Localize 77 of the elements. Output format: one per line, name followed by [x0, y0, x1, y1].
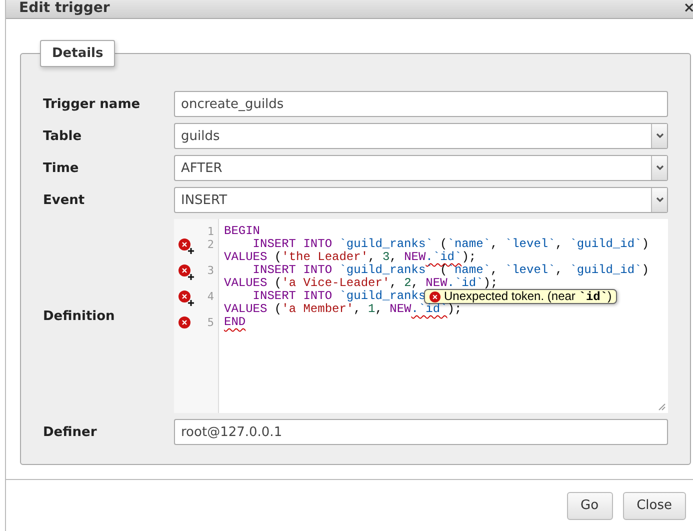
code-token: INTO: [302, 263, 332, 278]
field-label: Event: [43, 192, 86, 208]
code-token: ): [642, 237, 649, 252]
code-token: );: [447, 302, 462, 316]
code-editor[interactable]: [174, 219, 668, 414]
code-token: (: [439, 263, 448, 278]
code-token: (: [273, 276, 282, 290]
code-token: `guild_ranks`: [339, 237, 433, 252]
code-token: ): [642, 263, 649, 278]
line-number: 4: [206, 290, 214, 304]
code-token: 3: [382, 250, 390, 264]
go-button[interactable]: Go: [566, 492, 613, 520]
code-token: 'a Vice-Leader': [282, 276, 390, 290]
code-token: `name`: [447, 237, 490, 252]
code-token: ,: [368, 250, 376, 264]
line-number: 2: [206, 238, 214, 252]
code-token: ,: [390, 276, 397, 290]
code-token: `guild_ranks: [339, 289, 426, 304]
code-token: 'the Leader': [282, 250, 368, 264]
field-label: Definer: [43, 424, 98, 440]
dropdown[interactable]: INSERT: [174, 187, 668, 214]
code-token: (: [273, 250, 282, 264]
code-token: 1: [368, 302, 376, 316]
code-token: `name`: [447, 263, 490, 278]
close-icon[interactable]: ×: [683, 0, 693, 16]
code-token: INSERT: [252, 237, 296, 252]
text-field[interactable]: oncreate_guilds: [174, 91, 668, 118]
field-label: Definition: [43, 308, 116, 324]
code-token: ,: [555, 237, 564, 252]
text-field[interactable]: root@127.0.0.1: [174, 419, 668, 446]
field-label: Time: [43, 160, 80, 176]
details-legend: Details: [40, 40, 116, 68]
code-token: NEW: [390, 302, 412, 316]
code-token: INTO: [302, 289, 332, 304]
dialog-title: Edit trigger: [19, 0, 110, 16]
code-token: VALUES: [224, 250, 268, 264]
code-token: `level`: [504, 263, 556, 278]
dropdown[interactable]: AFTER: [174, 155, 668, 182]
error-code-token: END: [224, 315, 246, 330]
code-token: `guild_id`: [570, 263, 642, 278]
code-token: `level`: [504, 237, 556, 252]
code-token: ,: [490, 263, 499, 278]
code-token: NEW: [426, 276, 448, 290]
code-token: VALUES: [224, 302, 268, 316]
code-token: (: [440, 237, 448, 252]
code-token: ,: [411, 276, 418, 290]
code-token: INSERT: [252, 289, 296, 304]
code-token: ,: [390, 250, 397, 264]
code-token: INTO: [303, 237, 332, 252]
code-token: 'a Member': [282, 302, 354, 316]
line-number: 3: [206, 264, 214, 278]
code-token: BEGIN: [224, 224, 260, 238]
error-code-token: .`id`: [411, 302, 448, 316]
code-token: NEW: [404, 250, 426, 264]
code-token: ,: [555, 263, 564, 278]
code-token: INSERT: [252, 263, 296, 278]
field-label: Table: [43, 128, 83, 144]
code-token: (: [273, 302, 282, 316]
error-icon: [429, 290, 441, 303]
code-token: );: [483, 276, 498, 290]
error-code-token: .`id`: [447, 276, 484, 290]
code-token: ,: [354, 302, 362, 316]
resize-grip-icon[interactable]: [658, 403, 666, 412]
field-label: Trigger name: [43, 96, 142, 112]
code-token: );: [462, 250, 476, 264]
code-token: `guild_id`: [570, 237, 642, 252]
code-token: 2: [404, 276, 412, 290]
line-number: 1: [206, 225, 214, 238]
code-token: `guild_ranks`: [339, 263, 433, 278]
error-code-token: .`id`: [426, 250, 462, 264]
code-token: VALUES: [224, 276, 268, 290]
dropdown[interactable]: guilds: [174, 123, 668, 150]
line-number: 5: [206, 316, 214, 330]
code-token: ,: [490, 237, 499, 252]
close-button[interactable]: Close: [622, 492, 686, 520]
code-token: ,: [375, 302, 384, 316]
tooltip-text: Unexpected token. (near `id`): [444, 290, 612, 304]
